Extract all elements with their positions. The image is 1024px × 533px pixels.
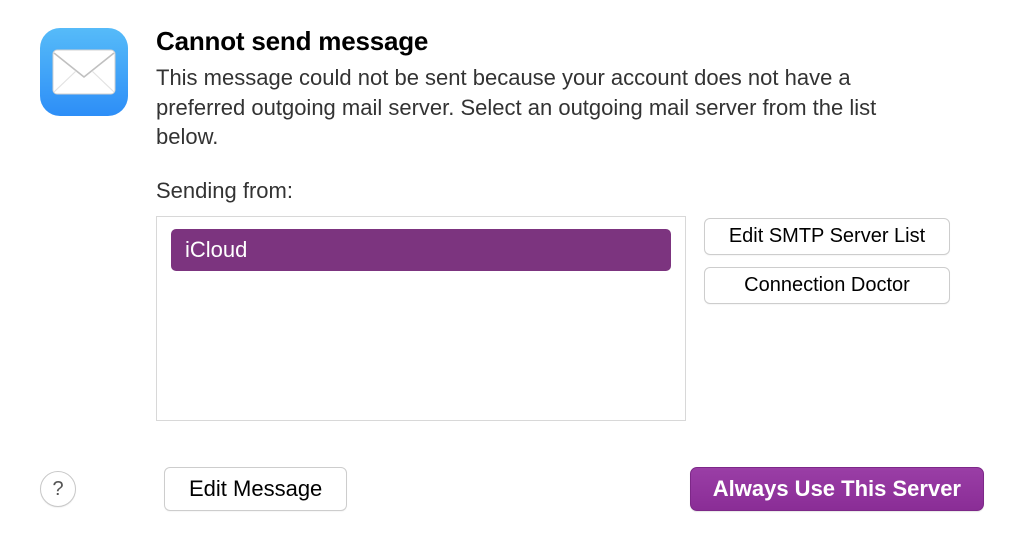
icon-column [40,28,128,421]
envelope-icon [52,49,116,95]
sending-from-label: Sending from: [156,178,984,204]
footer: ? Edit Message Always Use This Server [0,467,1024,511]
list-item[interactable]: iCloud [171,229,671,271]
dialog-body: This message could not be sent because y… [156,63,896,152]
help-button[interactable]: ? [40,471,76,507]
server-listbox[interactable]: iCloud [156,216,686,421]
mid-row: iCloud Edit SMTP Server List Connection … [156,216,984,421]
dialog-title: Cannot send message [156,26,984,57]
connection-doctor-button[interactable]: Connection Doctor [704,267,950,304]
edit-message-button[interactable]: Edit Message [164,467,347,511]
dialog: Cannot send message This message could n… [0,0,1024,421]
always-use-server-button[interactable]: Always Use This Server [690,467,984,511]
content-column: Cannot send message This message could n… [156,28,984,421]
edit-smtp-button[interactable]: Edit SMTP Server List [704,218,950,255]
side-button-column: Edit SMTP Server List Connection Doctor [704,216,950,304]
mail-app-icon [40,28,128,116]
